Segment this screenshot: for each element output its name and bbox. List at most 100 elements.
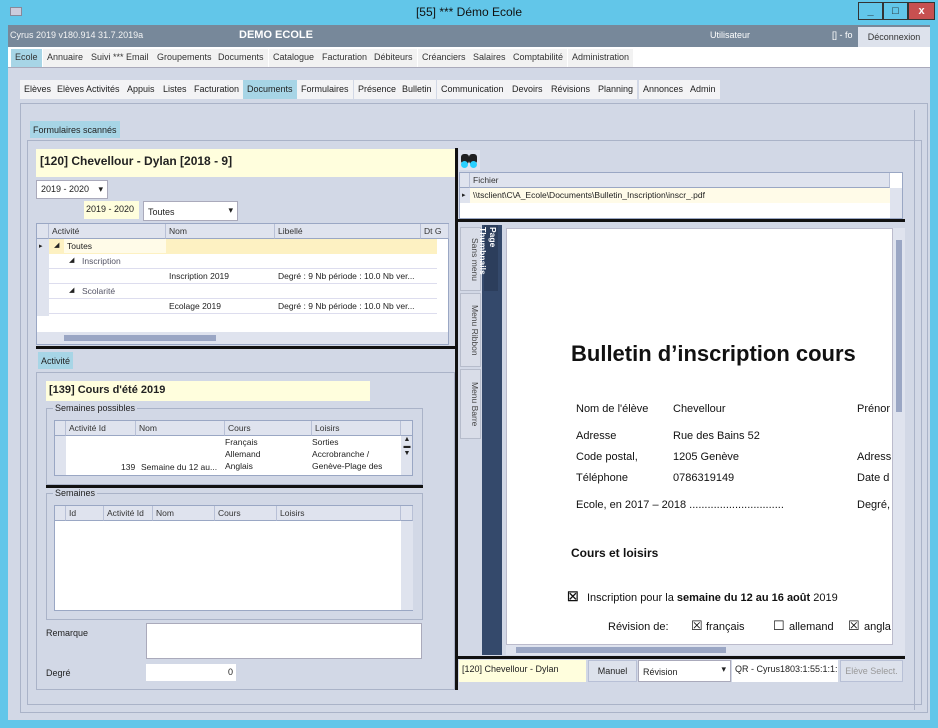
col-dtg[interactable]: Dt G — [421, 224, 449, 239]
vertical-scrollbar[interactable] — [890, 188, 902, 218]
tab-facturation[interactable]: Facturation — [190, 80, 244, 99]
activity-title: [139] Cours d'été 2019 — [46, 381, 370, 401]
tab-admin[interactable]: Admin — [686, 80, 720, 99]
pdf-text: allemand — [789, 621, 834, 633]
menu-debiteurs[interactable]: Débiteurs — [370, 49, 417, 67]
tab-activite[interactable]: Activité — [38, 352, 74, 369]
scroll-thumb[interactable] — [896, 240, 902, 412]
col-nom[interactable]: Nom — [136, 421, 225, 436]
collapse-icon[interactable]: ◢ — [69, 286, 74, 294]
vertical-splitter[interactable] — [455, 148, 458, 690]
vertical-scrollbar[interactable]: ▲ ▬ ▼ — [401, 436, 412, 475]
scroll-thumb[interactable] — [516, 647, 726, 653]
pdf-text: Prénor — [857, 403, 891, 415]
col-loisirs[interactable]: Loisirs — [277, 506, 401, 521]
table-row[interactable]: 139 Semaine du 12 au... Français Allemand… — [66, 436, 401, 475]
menu-comptabilite[interactable]: Comptabilité — [509, 49, 568, 67]
splitter[interactable] — [46, 485, 423, 488]
close-button[interactable]: x — [908, 2, 935, 20]
manuel-button[interactable]: Manuel — [588, 660, 637, 682]
tab-eleves-activites[interactable]: Elèves Activités — [53, 80, 124, 99]
eleve-select-button[interactable]: Elève Select. — [840, 660, 903, 682]
menu-administration[interactable]: Administration — [568, 49, 634, 67]
tab-planning[interactable]: Planning — [594, 80, 638, 99]
tab-menu-barre[interactable]: Menu Barre — [460, 369, 481, 439]
pdf-text: Adresse — [576, 430, 617, 442]
qr-input[interactable]: QR - Cyrus1803:1:55:1:1:64 — [732, 660, 838, 682]
scroll-thumb[interactable] — [64, 335, 216, 341]
col-libelle[interactable]: Libellé — [275, 224, 421, 239]
col-nom[interactable]: Nom — [166, 224, 275, 239]
remarque-input[interactable] — [146, 623, 422, 659]
cell-nom: Ecolage 2019 — [169, 301, 221, 311]
tab-bulletin[interactable]: Bulletin — [398, 80, 436, 99]
col-cours[interactable]: Cours — [215, 506, 277, 521]
activity-grid: Activité Nom Libellé Dt G ▸ ◢ Toutes ◢ I… — [36, 223, 449, 345]
tab-page-thumbnails[interactable]: Page Thumbnails — [478, 225, 498, 291]
table-row[interactable]: Inscription 2019 Degré : 9 Nb période : … — [49, 269, 437, 284]
weeks-grid: Id Activité Id Nom Cours Loisirs — [54, 505, 413, 611]
col-activite-id[interactable]: Activité Id — [66, 421, 136, 436]
menu-ecole[interactable]: Ecole — [11, 49, 42, 67]
tab-listes[interactable]: Listes — [159, 80, 191, 99]
filter-combo[interactable]: Toutes — [143, 201, 238, 221]
col-activite-id[interactable]: Activité Id — [104, 506, 153, 521]
row-selectors — [37, 239, 49, 316]
splitter[interactable] — [458, 656, 905, 659]
pdf-heading: Cours et loisirs — [571, 546, 659, 560]
menu-groupements[interactable]: Groupements — [153, 49, 216, 67]
divider — [914, 110, 915, 710]
mode-combo[interactable]: Révision — [638, 660, 731, 682]
tab-documents[interactable]: Documents — [243, 80, 297, 99]
collapse-icon[interactable]: ◢ — [54, 241, 59, 249]
table-row[interactable]: ◢ Toutes — [49, 239, 437, 254]
splitter[interactable] — [458, 219, 905, 222]
maximize-button[interactable]: □ — [883, 2, 908, 20]
horizontal-scrollbar[interactable] — [37, 332, 448, 344]
main-menu: Ecole Annuaire Suivi *** Email Groupemen… — [8, 47, 930, 68]
menu-creanciers[interactable]: Créanciers — [418, 49, 470, 67]
menu-annuaire[interactable]: Annuaire — [43, 49, 88, 67]
cell-loisirs: Sorties Accrobranche / Genève-Plage des — [312, 437, 383, 471]
menu-catalogue[interactable]: Catalogue — [269, 49, 319, 67]
tab-presence[interactable]: Présence — [354, 80, 401, 99]
col-id[interactable]: Id — [66, 506, 104, 521]
tab-annonces[interactable]: Annonces — [639, 80, 688, 99]
tab-devoirs[interactable]: Devoirs — [508, 80, 547, 99]
pdf-title: Bulletin d’inscription cours — [571, 341, 856, 366]
checked-box-icon: ☒ — [848, 618, 860, 633]
window-title: [55] *** Démo Ecole — [415, 5, 523, 19]
table-row[interactable]: ◢ Scolarité — [49, 284, 437, 299]
tab-appuis[interactable]: Appuis — [123, 80, 159, 99]
logout-button[interactable]: Déconnexion — [858, 27, 930, 47]
unchecked-box-icon: ☐ — [773, 618, 785, 633]
binoculars-icon[interactable] — [459, 150, 480, 170]
col-nom[interactable]: Nom — [153, 506, 215, 521]
pdf-vertical-scrollbar[interactable] — [893, 228, 905, 645]
menu-salaires[interactable]: Salaires — [469, 49, 510, 67]
pdf-horizontal-scrollbar[interactable] — [506, 645, 905, 655]
minimize-button[interactable]: _ — [858, 2, 883, 20]
file-row[interactable]: \\tsclient\C\A_Ecole\Documents\Bulletin_… — [470, 188, 890, 203]
table-row[interactable]: ◢ Inscription — [49, 254, 437, 269]
menu-documents[interactable]: Documents — [214, 49, 268, 67]
vertical-scrollbar[interactable] — [401, 521, 413, 610]
col-fichier[interactable]: Fichier — [470, 173, 890, 188]
col-cours[interactable]: Cours — [225, 421, 312, 436]
tab-formulaires-scannes[interactable]: Formulaires scannés — [30, 121, 120, 138]
tab-formulaires[interactable]: Formulaires — [297, 80, 353, 99]
degre-input[interactable]: 0 — [146, 664, 236, 681]
col-activite[interactable]: Activité — [49, 224, 166, 239]
table-row[interactable]: Ecolage 2019 Degré : 9 Nb période : 10.0… — [49, 299, 437, 314]
year-combo[interactable]: 2019 - 2020 — [36, 180, 108, 199]
collapse-icon[interactable]: ◢ — [69, 256, 74, 264]
menu-facturation[interactable]: Facturation — [318, 49, 372, 67]
tab-communication[interactable]: Communication — [437, 80, 508, 99]
tab-revisions[interactable]: Révisions — [547, 80, 595, 99]
splitter[interactable] — [36, 346, 456, 349]
pdf-text: Téléphone — [576, 472, 628, 484]
tab-menu-ribbon[interactable]: Menu Ribbon — [460, 293, 481, 367]
tab-eleves[interactable]: Elèves — [20, 80, 56, 99]
col-loisirs[interactable]: Loisirs — [312, 421, 401, 436]
menu-suivi-email[interactable]: Suivi *** Email — [87, 49, 153, 67]
